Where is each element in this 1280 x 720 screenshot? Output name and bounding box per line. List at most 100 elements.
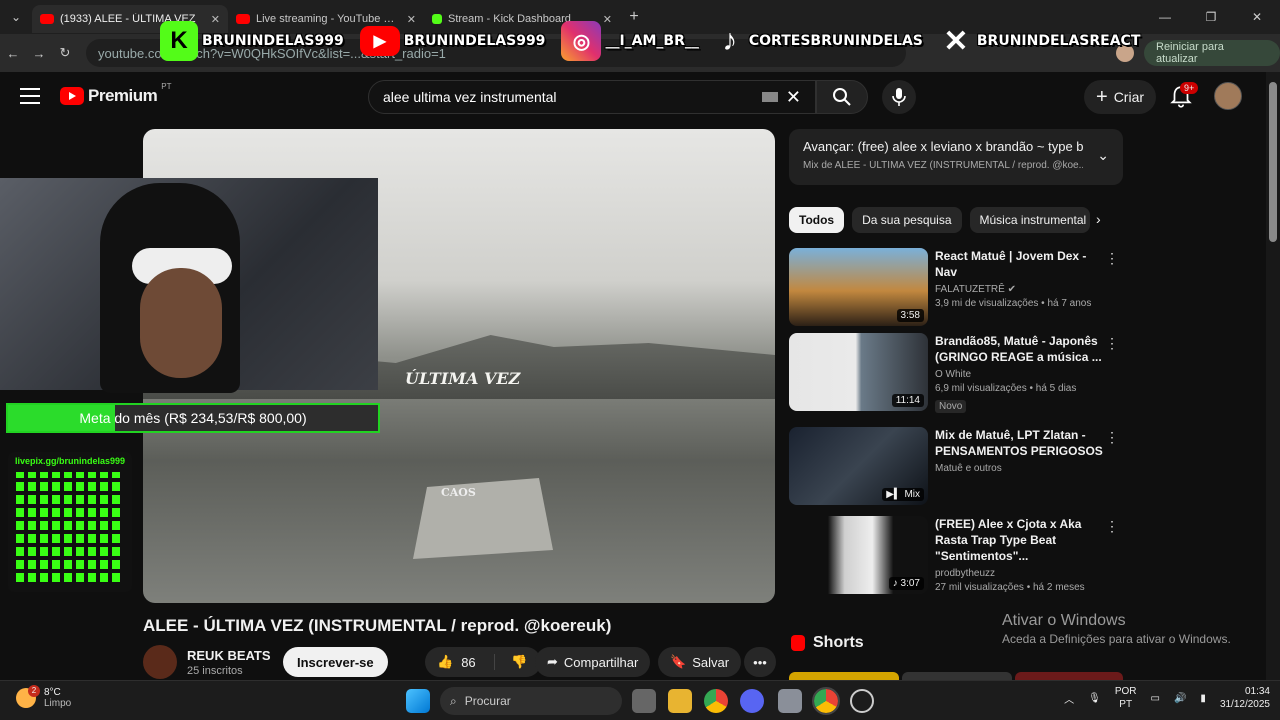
- thumbs-down-icon: 👎: [511, 654, 528, 669]
- activate-windows-watermark: Ativar o Windows Aceda a Definições para…: [1002, 612, 1231, 646]
- verified-icon: ✔: [1007, 284, 1016, 295]
- scrollbar-thumb[interactable]: [1269, 82, 1277, 242]
- list-item[interactable]: 11:14 Brandão85, Matuê - Japonês (GRINGO…: [789, 333, 1129, 413]
- list-item[interactable]: ♪ 3:07 (FREE) Alee x Cjota x Aka Rasta T…: [789, 516, 1129, 596]
- channel-avatar[interactable]: [143, 645, 177, 679]
- livepix-qr: livepix.gg/brunindelas999: [8, 452, 132, 592]
- qr-code-icon: [16, 472, 124, 582]
- chevron-up-icon[interactable]: ︿: [1064, 691, 1074, 706]
- youtube-icon: ▶: [359, 26, 400, 56]
- create-button[interactable]: + Criar: [1084, 80, 1157, 114]
- reload-icon[interactable]: ↻: [52, 45, 78, 61]
- task-view-icon[interactable]: [632, 689, 656, 713]
- social-kick: K BRUNINDELAS999: [160, 21, 354, 61]
- search-icon: [833, 88, 851, 106]
- battery-icon[interactable]: ▮: [1200, 693, 1206, 704]
- short-thumbnail[interactable]: [789, 672, 899, 680]
- list-item[interactable]: 3:58 React Matuê | Jovem Dex - Nav FALAT…: [789, 248, 1129, 328]
- menu-icon[interactable]: [20, 88, 40, 104]
- mix-icon: ▶▍: [886, 489, 905, 500]
- search-input[interactable]: alee ultima vez instrumental ✕: [368, 80, 816, 114]
- language-indicator[interactable]: POR PT: [1115, 685, 1137, 711]
- chip-from-search[interactable]: Da sua pesquisa: [852, 207, 962, 233]
- plus-icon: +: [1096, 85, 1108, 108]
- tab-search-icon[interactable]: ⌄: [0, 0, 32, 34]
- back-icon[interactable]: ←: [0, 46, 26, 61]
- chip-instrumental[interactable]: Música instrumental: [969, 207, 1090, 233]
- kebab-menu-icon[interactable]: ⋮: [1105, 518, 1119, 535]
- chrome-active-icon[interactable]: [812, 687, 840, 715]
- start-windows-icon[interactable]: [406, 689, 430, 713]
- instagram-icon: ◎: [561, 21, 602, 61]
- chrome-icon[interactable]: [704, 689, 728, 713]
- microphone-button[interactable]: [882, 80, 916, 114]
- subscribe-button[interactable]: Inscrever-se: [283, 647, 388, 677]
- shorts-icon: [791, 635, 805, 651]
- update-button[interactable]: Reiniciar para atualizar: [1144, 40, 1280, 66]
- obs-icon[interactable]: [850, 689, 874, 713]
- microphone-tray-icon[interactable]: 🎙: [1088, 693, 1101, 704]
- bookmark-icon: 🔖: [670, 654, 687, 669]
- kick-icon: K: [160, 21, 198, 61]
- video-thumbnail[interactable]: 3:58: [789, 248, 928, 326]
- discord-icon[interactable]: [740, 689, 764, 713]
- weather-widget[interactable]: 2 8°C Limpo: [16, 685, 71, 709]
- volume-icon[interactable]: 🔊: [1174, 693, 1186, 704]
- short-thumbnail[interactable]: [1015, 672, 1123, 680]
- video-thumbnail[interactable]: 11:14: [789, 333, 928, 411]
- settings-gear-icon[interactable]: [778, 689, 802, 713]
- share-icon: ➦: [547, 654, 558, 669]
- streamer-face: [140, 268, 222, 378]
- video-thumbnail[interactable]: ▶▍ Mix: [789, 427, 928, 505]
- channel-info: REUK BEATS 25 inscritos: [143, 645, 271, 679]
- short-thumbnail[interactable]: [902, 672, 1012, 680]
- more-actions-button[interactable]: •••: [744, 647, 776, 677]
- keyboard-icon[interactable]: [761, 92, 778, 102]
- youtube-header: Premium PT alee ultima vez instrumental …: [0, 72, 1266, 122]
- taskbar-search[interactable]: ⌕ Procurar: [440, 687, 622, 715]
- network-icon[interactable]: ▭: [1151, 693, 1160, 704]
- video-thumbnail[interactable]: ♪ 3:07: [789, 516, 928, 594]
- more-dots-icon: •••: [753, 654, 767, 670]
- video-overlay-title: ÚLTIMA VEZ: [405, 369, 521, 388]
- file-explorer-icon[interactable]: [668, 689, 692, 713]
- close-window-icon[interactable]: ✕: [1234, 0, 1280, 34]
- up-next-panel[interactable]: Avançar: (free) alee x leviano x brandão…: [789, 129, 1123, 185]
- maximize-icon[interactable]: ❐: [1188, 0, 1234, 34]
- social-tiktok: ♪ CORTESBRUNINDELAS: [715, 21, 933, 61]
- list-item[interactable]: ▶▍ Mix Mix de Matuê, LPT Zlatan - PENSAM…: [789, 427, 1129, 507]
- tiktok-icon: ♪: [722, 24, 738, 57]
- donation-goal-bar: Meta do mês (R$ 234,53/R$ 800,00): [6, 403, 380, 433]
- youtube-logo[interactable]: Premium PT: [60, 82, 171, 106]
- save-button[interactable]: 🔖 Salvar: [658, 647, 742, 677]
- channel-name[interactable]: REUK BEATS: [187, 648, 271, 663]
- thumbs-up-icon: 👍: [437, 654, 454, 669]
- clock[interactable]: 01:34 31/12/2025: [1220, 685, 1270, 711]
- clear-search-icon[interactable]: ✕: [786, 87, 801, 108]
- channel-subscribers: 25 inscritos: [187, 664, 243, 677]
- dislike-button[interactable]: 👎: [501, 654, 527, 670]
- chevron-right-icon[interactable]: ›: [1096, 211, 1101, 227]
- notification-count-badge: 9+: [1180, 82, 1199, 94]
- music-note-icon: ♪: [892, 578, 901, 589]
- social-x: ✕ BRUNINDELASREACT: [939, 21, 1151, 61]
- kebab-menu-icon[interactable]: ⋮: [1105, 429, 1119, 446]
- x-icon: ✕: [943, 24, 969, 58]
- account-avatar[interactable]: [1214, 82, 1242, 110]
- forward-icon[interactable]: →: [26, 46, 52, 61]
- search-button[interactable]: [816, 80, 868, 114]
- like-button[interactable]: 👍 86: [425, 654, 495, 670]
- kebab-menu-icon[interactable]: ⋮: [1105, 250, 1119, 267]
- like-dislike-group: 👍 86 👎: [425, 647, 541, 677]
- youtube-play-icon: [60, 87, 84, 105]
- kebab-menu-icon[interactable]: ⋮: [1105, 335, 1119, 352]
- system-tray: ︿ 🎙 POR PT ▭ 🔊 ▮ 01:34 31/12/2025: [1064, 685, 1270, 711]
- page-scrollbar[interactable]: [1266, 72, 1280, 680]
- share-button[interactable]: ➦ Compartilhar: [535, 647, 651, 677]
- chevron-down-icon[interactable]: ⌄: [1097, 147, 1109, 164]
- video-title: ALEE - ÚLTIMA VEZ (INSTRUMENTAL / reprod…: [143, 616, 612, 635]
- shorts-section-header: Shorts: [791, 634, 864, 652]
- filter-chips: Todos Da sua pesquisa Música instrumenta…: [789, 207, 1090, 233]
- chip-all[interactable]: Todos: [789, 207, 845, 233]
- microphone-icon: [892, 88, 906, 106]
